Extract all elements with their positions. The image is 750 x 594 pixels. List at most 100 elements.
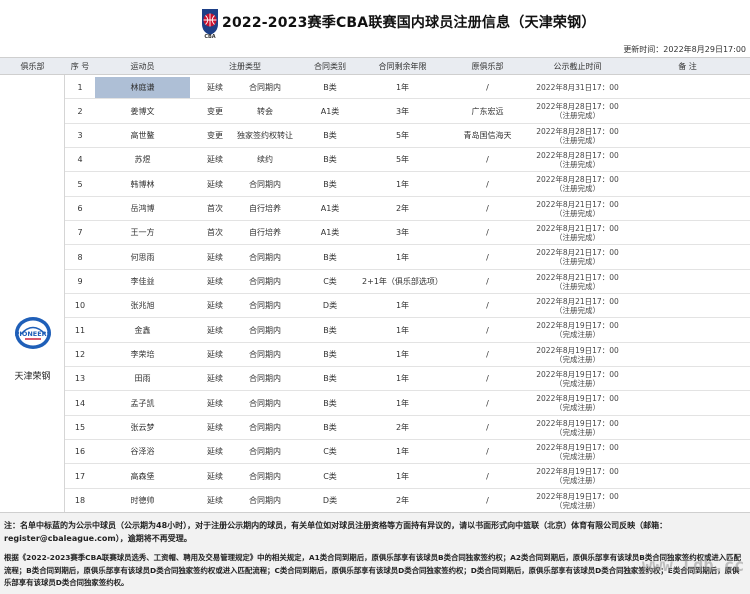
deadline-status: （完成注册） [555, 403, 600, 413]
cell-seq: 14 [74, 398, 86, 408]
cell-orig-club: / [486, 228, 489, 238]
cell-deadline: 2022年8月19日17：00 （完成注册） [530, 464, 625, 488]
table-row: 15 张云梦 延续 合同期内 B类 2年/2022年8月19日17：00 （完成注册） [65, 416, 750, 440]
cell-deadline: 2022年8月28日17：00 （注册完成） [530, 172, 625, 196]
table-row: 6 岳鸿博 首次 自行培养 A1类 2年/2022年8月21日17：00 （注册完成） [65, 197, 750, 221]
cell-player: 李佳益 [130, 277, 155, 287]
deadline-time: 2022年8月19日17：00 [536, 418, 619, 428]
cell-contract-class: B类 [323, 155, 337, 165]
cell-contract-class: B类 [323, 82, 337, 92]
cell-years-left: 1年 [395, 471, 410, 481]
deadline-status: （完成注册） [555, 354, 600, 364]
table-row: 8 何思雨 延续 合同期内 B类 1年/2022年8月21日17：00 （注册完成） [65, 245, 750, 270]
cell-reg-type-b: 合同期内 [249, 374, 281, 384]
table-row: 1 林庭谦 延续 合同期内 B类 1年/2022年8月31日17：00 [65, 75, 750, 100]
cell-player: 苏煜 [134, 155, 151, 165]
cell-seq: 7 [77, 228, 83, 238]
deadline-time: 2022年8月21日17：00 [536, 223, 619, 233]
cell-deadline: 2022年8月19日17：00 （完成注册） [530, 318, 625, 342]
cell-seq: 12 [74, 350, 86, 360]
table-row: 9 李佳益 延续 合同期内 C类 2+1年（俱乐部选项）/2022年8月21日17：00 （… [65, 270, 750, 294]
cell-years-left: 3年 [395, 228, 410, 238]
cell-orig-club: / [486, 325, 489, 335]
cell-reg-type-b: 合同期内 [249, 496, 281, 506]
cell-player: 姜博文 [130, 106, 155, 116]
cell-contract-class: A1类 [320, 204, 340, 214]
cell-seq: 2 [77, 106, 83, 116]
cell-contract-class: B类 [323, 374, 337, 384]
cell-contract-class: B类 [323, 252, 337, 262]
pioneers-logo-text: PIONEERS [15, 330, 52, 338]
cell-player: 田雨 [134, 374, 151, 384]
cell-orig-club: / [486, 350, 489, 360]
deadline-status: （完成注册） [555, 330, 600, 340]
col-orig-club: 原俱乐部 [471, 62, 504, 71]
logo-text: CBA [204, 34, 216, 40]
cell-player: 金鑫 [134, 325, 151, 335]
table-row: 2 姜博文 变更 转会 A1类 3年 广东宏远 2022年8月28日17：00 （注册完成） [65, 99, 750, 124]
cell-years-left: 1年 [395, 252, 410, 262]
cell-player: 高森堡 [130, 471, 155, 481]
cell-years-left: 1年 [395, 179, 410, 189]
deadline-status: （注册完成） [555, 184, 600, 194]
table-row: 4 苏煜 延续 续约 B类 5年/2022年8月28日17：00 （注册完成） [65, 148, 750, 173]
cell-deadline: 2022年8月31日17：00 [530, 75, 625, 99]
deadline-status: （注册完成） [555, 111, 600, 121]
cell-reg-type-b: 合同期内 [249, 398, 281, 408]
cell-seq: 16 [74, 447, 86, 457]
deadline-status: （完成注册） [555, 451, 600, 461]
deadline-status: （注册完成） [555, 232, 600, 242]
cell-seq: 10 [74, 301, 86, 311]
pioneers-logo-icon: PIONEERS [15, 317, 52, 349]
cell-orig-club: / [486, 496, 489, 506]
cell-seq: 8 [77, 252, 83, 262]
cell-reg-type-b: 转会 [257, 106, 273, 116]
cell-years-left: 1年 [395, 374, 410, 384]
cell-orig-club: / [486, 471, 489, 481]
deadline-time: 2022年8月21日17：00 [536, 248, 619, 258]
deadline-time: 2022年8月19日17：00 [536, 442, 619, 452]
table-row: 17 高森堡 延续 合同期内 C类 1年/2022年8月19日17：00 （完成注册） [65, 464, 750, 489]
cell-contract-class: B类 [323, 325, 337, 335]
cell-orig-club: / [486, 252, 489, 262]
table-row: 3 高世鳌 变更 独家签约权转让 B类 5年 青岛国信海天 2022年8月28日17：00 （注… [65, 124, 750, 148]
cell-contract-class: B类 [323, 423, 337, 433]
cell-reg-type-b: 合同期内 [249, 301, 281, 311]
table-row: 14 孟子凯 延续 合同期内 B类 1年/2022年8月19日17：00 （完成注册） [65, 391, 750, 416]
deadline-time: 2022年8月21日17：00 [536, 296, 619, 306]
cell-deadline: 2022年8月19日17：00 （完成注册） [530, 489, 625, 513]
cell-player: 孟子凯 [130, 398, 155, 408]
col-years-left: 合同剩余年限 [378, 62, 427, 71]
cell-years-left: 1年 [395, 301, 410, 311]
cell-seq: 13 [74, 374, 86, 384]
cell-seq: 5 [77, 179, 83, 189]
cell-seq: 3 [77, 131, 83, 141]
cell-contract-class: B类 [323, 398, 337, 408]
cell-contract-class: D类 [322, 301, 338, 311]
cell-deadline: 2022年8月21日17：00 （注册完成） [530, 221, 625, 245]
cell-player: 林庭谦 [95, 77, 190, 98]
cell-orig-club: / [486, 277, 489, 287]
cell-orig-club: 青岛国信海天 [463, 131, 512, 141]
note-regulations: 根据《2022-2023赛季CBA联赛球员选秀、工资帽、聘用及交易管理规定》中的… [4, 553, 741, 587]
cell-orig-club: / [486, 423, 489, 433]
cell-deadline: 2022年8月19日17：00 （完成注册） [530, 416, 625, 440]
cell-orig-club: / [486, 301, 489, 311]
cell-deadline: 2022年8月21日17：00 （注册完成） [530, 294, 625, 318]
deadline-time: 2022年8月31日17：00 [536, 82, 619, 92]
cell-reg-type-b: 合同期内 [249, 447, 281, 457]
cell-seq: 18 [74, 496, 86, 506]
cell-reg-type-b: 独家签约权转让 [237, 131, 293, 141]
deadline-status: （完成注册） [555, 427, 600, 437]
deadline-status: （注册完成） [555, 159, 600, 169]
table-header: 俱乐部 序 号 运动员 注册类型 合同类别 合同剩余年限 原俱乐部 公示截止时间… [0, 58, 750, 75]
cell-years-left: 2年 [395, 496, 410, 506]
cell-deadline: 2022年8月19日17：00 （完成注册） [530, 440, 625, 464]
table-row: 16 谷泽浴 延续 合同期内 C类 1年/2022年8月19日17：00 （完成注册） [65, 440, 750, 465]
club-cell: PIONEERS 天津荣钢 [0, 75, 65, 513]
table-row: 7 王一方 首次 自行培养 A1类 3年/2022年8月21日17：00 （注册完成） [65, 221, 750, 246]
table-row: 11 金鑫 延续 合同期内 B类 1年/2022年8月19日17：00 （完成注册） [65, 318, 750, 343]
notes-area: 注：名单中标蓝的为公示中球员（公示期为48小时），对于注册公示期内的球员，有关单… [0, 512, 750, 594]
deadline-time: 2022年8月28日17：00 [536, 150, 619, 160]
col-player: 运动员 [130, 62, 155, 71]
